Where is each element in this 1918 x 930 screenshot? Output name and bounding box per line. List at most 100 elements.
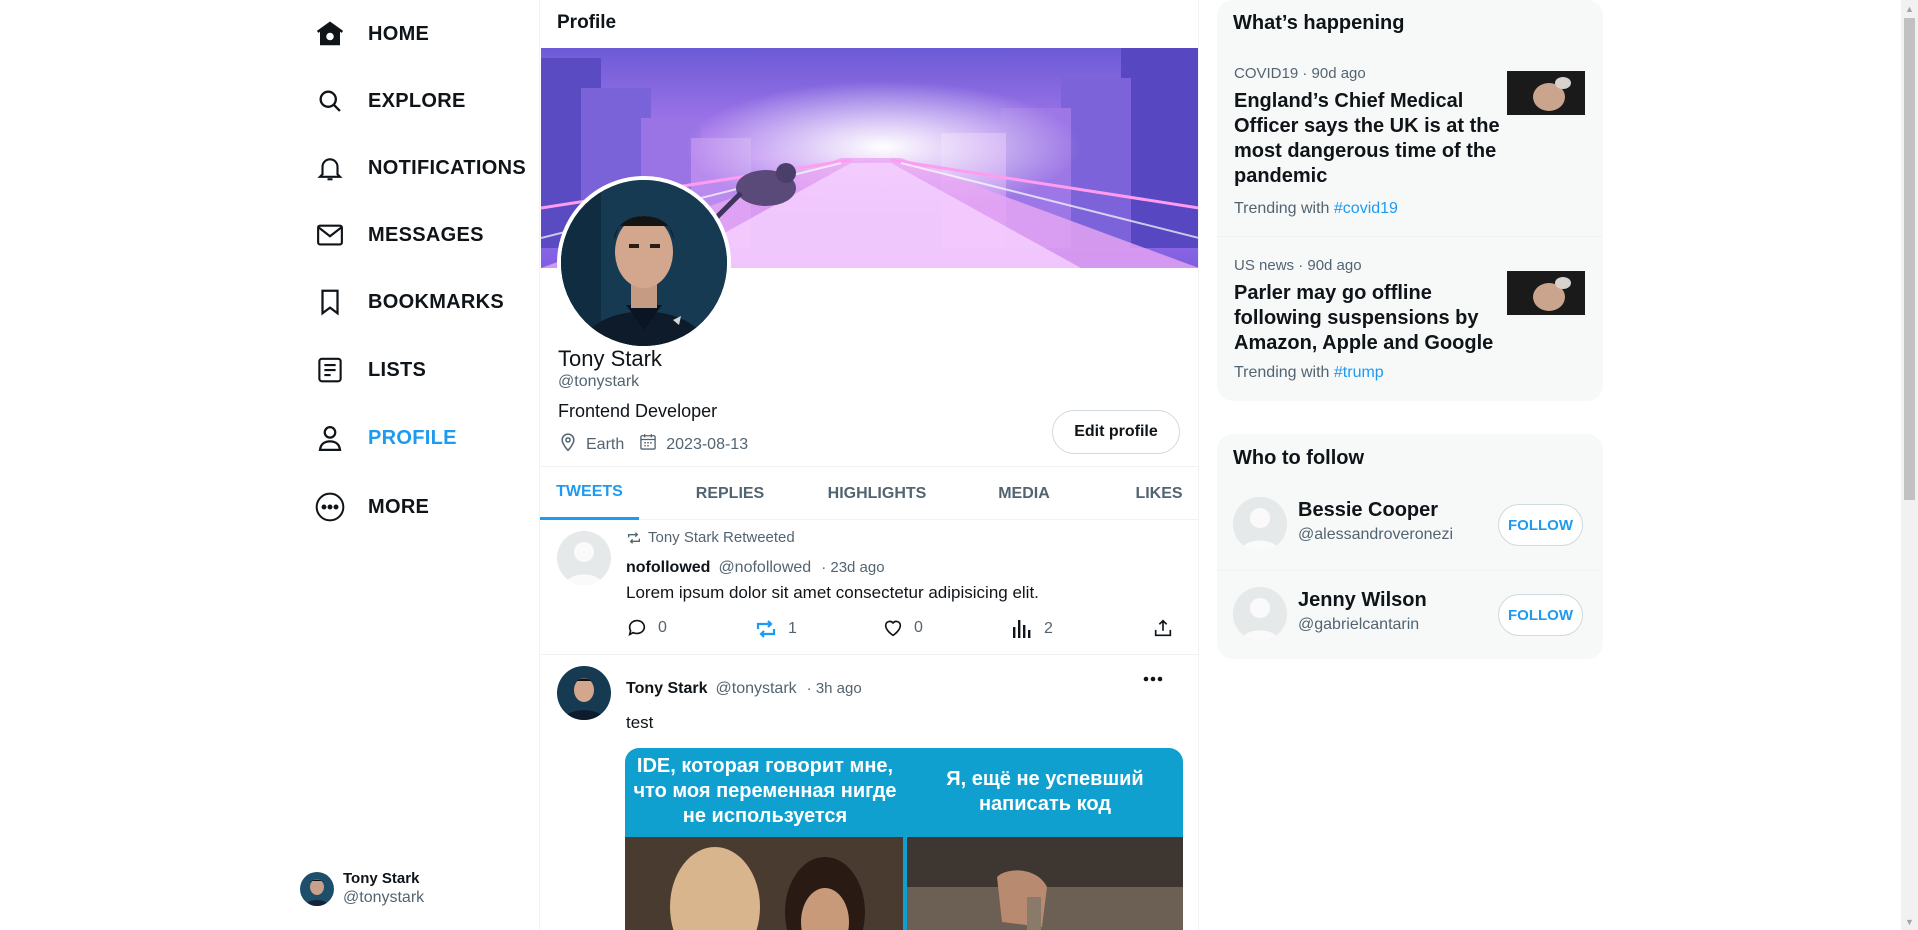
tweet-author-name[interactable]: nofollowed xyxy=(626,559,710,577)
tweet-author-handle[interactable]: @tonystark xyxy=(716,680,797,698)
trends-panel: What’s happening COVID19 · 90d ago Engla… xyxy=(1217,0,1603,401)
user-icon xyxy=(314,422,346,454)
avatar[interactable] xyxy=(1233,587,1287,641)
suggestion-handle: @alessandroveronezi xyxy=(1298,526,1453,543)
calendar-icon xyxy=(638,432,658,457)
tweet-author-handle[interactable]: @nofollowed xyxy=(718,559,811,577)
page-title: Profile xyxy=(557,12,617,33)
tab-highlights[interactable]: HIGHLIGHTS xyxy=(804,467,950,520)
profile-handle: @tonystark xyxy=(558,373,640,390)
trend-context-prefix: Trending with xyxy=(1234,200,1330,217)
nav-item-label: BOOKMARKS xyxy=(368,290,505,313)
follow-button[interactable]: FOLLOW xyxy=(1498,594,1583,636)
trend-hashtag[interactable]: #trump xyxy=(1334,364,1384,381)
tweet-author-name[interactable]: Tony Stark xyxy=(626,680,708,698)
profile-tabs: TWEETS REPLIES HIGHLIGHTS MEDIA LIKES xyxy=(540,466,1198,520)
avatar[interactable] xyxy=(557,531,611,585)
nav-item-home[interactable]: HOME xyxy=(314,12,429,56)
who-to-follow-title: Who to follow xyxy=(1233,447,1365,469)
retweet-icon xyxy=(756,620,776,638)
nav-item-label: NOTIFICATIONS xyxy=(368,156,526,179)
tweet[interactable]: Tony Stark @tonystark · 3h ago test IDE,… xyxy=(540,655,1198,930)
retweet-label: Tony Stark Retweeted xyxy=(648,529,795,546)
scrollbar-thumb[interactable] xyxy=(1904,18,1915,500)
profile-joined-text: 2023-08-13 xyxy=(666,435,749,453)
profile-avatar[interactable] xyxy=(557,176,731,350)
tweet-time[interactable]: · 23d ago xyxy=(821,559,884,576)
trend-hashtag[interactable]: #covid19 xyxy=(1334,200,1398,217)
views-button[interactable]: 2 xyxy=(1010,617,1053,641)
tab-media[interactable]: MEDIA xyxy=(976,467,1072,520)
bar-chart-icon xyxy=(1013,620,1031,638)
main-column: Profile Tony Stark @tonystark Frontend D… xyxy=(539,0,1199,930)
who-to-follow-panel: Who to follow Bessie Cooper @alessandrov… xyxy=(1217,434,1603,659)
suggestion-name[interactable]: Jenny Wilson xyxy=(1298,589,1427,612)
home-icon xyxy=(314,18,346,50)
nav-item-lists[interactable]: LISTS xyxy=(314,348,426,392)
trend-category: US news · 90d ago xyxy=(1234,257,1362,274)
nav-item-more[interactable]: MORE xyxy=(314,485,429,529)
tweet-media-image[interactable]: IDE, которая говорит мне, что моя переме… xyxy=(625,748,1183,930)
tweet[interactable]: Tony Stark Retweeted nofollowed @nofollo… xyxy=(540,521,1198,655)
tweet-actions: 0 1 0 2 xyxy=(626,617,1178,645)
nav-item-label: LISTS xyxy=(368,358,427,381)
account-name: Tony Stark xyxy=(343,870,420,887)
follow-suggestion[interactable]: Bessie Cooper @alessandroveronezi FOLLOW xyxy=(1217,481,1603,569)
profile-meta: Earth 2023-08-13 xyxy=(558,432,748,457)
like-button[interactable]: 0 xyxy=(882,617,923,639)
meme-photo-right xyxy=(907,837,1183,930)
profile-bio: Frontend Developer xyxy=(558,401,718,421)
nav-item-label: EXPLORE xyxy=(368,89,466,112)
nav-item-messages[interactable]: MESSAGES xyxy=(314,213,484,257)
nav-item-profile[interactable]: PROFILE xyxy=(314,416,457,460)
tab-replies[interactable]: REPLIES xyxy=(678,467,782,520)
share-button[interactable] xyxy=(1152,617,1174,639)
trends-title: What’s happening xyxy=(1233,12,1405,34)
account-switcher[interactable]: Tony Stark @tonystark xyxy=(300,870,424,907)
reply-button[interactable]: 0 xyxy=(626,617,667,639)
nav-item-bookmarks[interactable]: BOOKMARKS xyxy=(314,280,504,324)
follow-button[interactable]: FOLLOW xyxy=(1498,504,1583,546)
bookmark-icon xyxy=(314,286,346,318)
retweet-count: 1 xyxy=(788,620,797,637)
nav-item-label: MESSAGES xyxy=(368,223,484,246)
nav-item-label: HOME xyxy=(368,22,430,45)
trend-headline: Parler may go offline following suspensi… xyxy=(1234,282,1494,354)
trend-thumbnail xyxy=(1507,71,1585,115)
follow-suggestion[interactable]: Jenny Wilson @gabrielcantarin FOLLOW xyxy=(1217,570,1603,658)
mail-icon xyxy=(314,219,346,251)
avatar[interactable] xyxy=(557,666,611,720)
reply-icon xyxy=(628,619,646,636)
suggestion-name[interactable]: Bessie Cooper xyxy=(1298,499,1438,522)
share-icon xyxy=(1154,619,1172,637)
tweet-text: test xyxy=(626,713,654,732)
trend-item[interactable]: COVID19 · 90d ago England’s Chief Medica… xyxy=(1217,65,1603,237)
nav-item-label: MORE xyxy=(368,495,430,518)
like-count: 0 xyxy=(914,619,923,636)
retweet-button[interactable]: 1 xyxy=(754,617,797,641)
sidebar-nav: HOME EXPLORE NOTIFICATIONS MESSAGES BOOK… xyxy=(300,0,539,930)
location-pin-icon xyxy=(558,432,578,457)
trend-item[interactable]: US news · 90d ago Parler may go offline … xyxy=(1217,257,1603,401)
bell-icon xyxy=(314,152,346,184)
trend-headline: England’s Chief Medical Officer says the… xyxy=(1234,90,1500,187)
tweet-time[interactable]: · 3h ago xyxy=(807,680,862,697)
trend-context: Trending with #trump xyxy=(1234,364,1384,382)
search-icon xyxy=(314,85,346,117)
scroll-up-arrow-icon[interactable]: ▲ xyxy=(1901,0,1918,17)
profile-location: Earth xyxy=(558,432,624,457)
scroll-down-arrow-icon[interactable]: ▼ xyxy=(1901,913,1918,930)
profile-name: Tony Stark xyxy=(558,346,662,371)
nav-item-notifications[interactable]: NOTIFICATIONS xyxy=(314,146,526,190)
retweet-icon xyxy=(628,531,640,544)
meme-caption-left: IDE, которая говорит мне, что моя переме… xyxy=(633,755,897,827)
avatar[interactable] xyxy=(1233,497,1287,551)
tab-likes[interactable]: LIKES xyxy=(1120,467,1198,520)
retweet-indicator: Tony Stark Retweeted xyxy=(626,529,795,546)
tab-tweets[interactable]: TWEETS xyxy=(540,467,639,520)
reply-count: 0 xyxy=(658,619,667,636)
edit-profile-button[interactable]: Edit profile xyxy=(1052,410,1180,454)
nav-item-explore[interactable]: EXPLORE xyxy=(314,79,466,123)
page-scrollbar[interactable]: ▲ ▼ xyxy=(1901,0,1918,930)
tweet-more-button[interactable] xyxy=(1138,667,1168,691)
